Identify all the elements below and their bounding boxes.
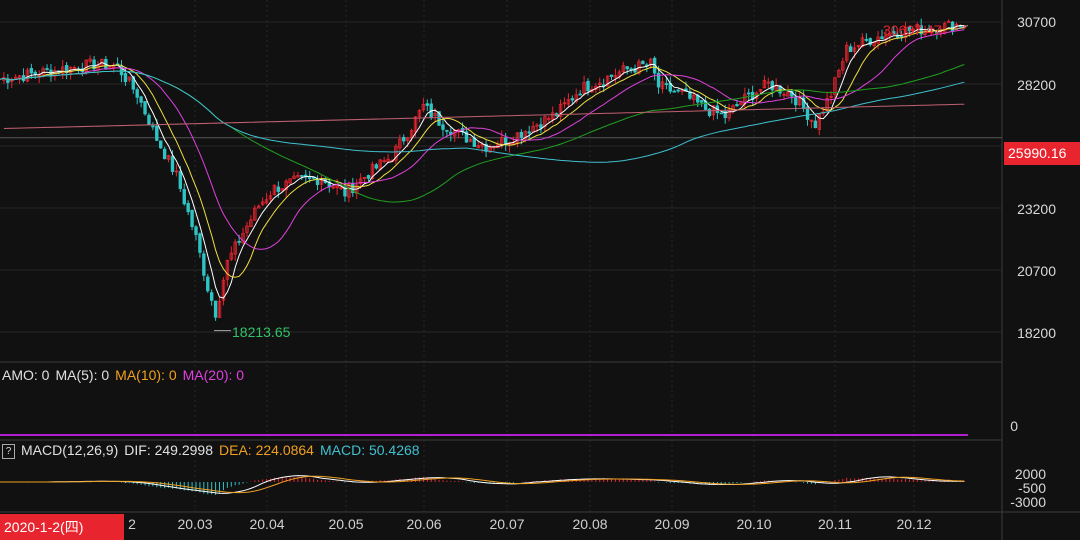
candle-body (139, 96, 143, 103)
amo-ma10: MA(10): 0 (115, 367, 177, 383)
macd-value: MACD: 50.4268 (319, 442, 420, 458)
help-icon[interactable]: ? (2, 444, 15, 459)
candle-body (539, 124, 543, 129)
candle-body (213, 300, 218, 318)
candle-body (472, 137, 477, 147)
candle-body (625, 66, 629, 70)
candle-body (194, 226, 198, 235)
candle-body (519, 131, 524, 138)
candle-body (135, 89, 139, 98)
date-tick-partial: 2 (128, 516, 136, 532)
date-tick: 20.10 (736, 516, 772, 532)
volume-zero-tick: 0 (1010, 418, 1018, 434)
candle-body (374, 164, 379, 169)
price-tick: 30700 (1017, 14, 1056, 30)
candle-body (162, 148, 167, 160)
candle-body (178, 171, 183, 189)
current-price-badge: 25990.16 (1004, 142, 1080, 165)
candle-body (190, 209, 194, 227)
macd-name: MACD(12,26,9) (21, 442, 119, 458)
date-tick: 20.05 (328, 516, 364, 532)
candle-body (123, 73, 128, 83)
candle-body (699, 100, 704, 103)
candle-body (747, 92, 751, 95)
candle-body (300, 175, 304, 177)
candle-body (45, 68, 49, 71)
candle-body (527, 131, 531, 134)
candle-body (209, 292, 214, 301)
candle-body (151, 125, 155, 128)
candle-body (672, 90, 676, 93)
ma5-line (0, 24, 965, 299)
price-tick: 18200 (1017, 325, 1056, 341)
macd-dif: DIF: 249.2998 (124, 442, 213, 458)
candle-body (143, 101, 147, 115)
date-tick: 20.07 (489, 516, 525, 532)
candle-body (950, 21, 955, 32)
date-tick: 20.03 (177, 516, 213, 532)
date-tick: 20.09 (654, 516, 690, 532)
candle-body (586, 80, 590, 92)
macd-indicator-header: ? MACD(12,26,9) DIF: 249.2998 DEA: 224.0864… (2, 442, 426, 459)
candle-body (206, 276, 210, 292)
ma20-line (0, 29, 965, 250)
candle-body (445, 129, 449, 132)
date-tick: 20.04 (249, 516, 285, 532)
candle-body (147, 114, 151, 126)
candle-body (805, 106, 810, 120)
price-tick: 28200 (1017, 77, 1056, 93)
date-tick: 20.11 (818, 516, 852, 532)
candle-body (609, 74, 614, 77)
candle-body (33, 71, 37, 75)
candle-body (198, 233, 202, 253)
candle-body (182, 189, 186, 205)
price-tick: 23200 (1017, 201, 1056, 217)
date-tick: 20.12 (896, 516, 932, 532)
candle-body (237, 240, 241, 243)
candle-body (707, 108, 712, 116)
max-value-label: 30637.47 (883, 22, 942, 38)
volume-indicator-header: AMO: 0 MA(5): 0 MA(10): 0 MA(20): 0 (2, 367, 250, 383)
candle-body (170, 155, 175, 172)
candle-body (813, 120, 818, 128)
candle-body (676, 89, 680, 92)
candle-body (307, 177, 312, 179)
candle-body (159, 140, 163, 149)
candle-body (735, 103, 739, 107)
candle-body (570, 98, 575, 101)
candle-body (29, 68, 34, 74)
price-chart[interactable] (0, 0, 1080, 540)
min-value-label: 18213.65 (232, 324, 291, 340)
candle-body (441, 124, 445, 130)
date-tick: 20.06 (406, 516, 442, 532)
amo-ma5: MA(5): 0 (55, 367, 110, 383)
candle-body (186, 203, 190, 213)
cursor-date-badge: 2020-1-2(四) (0, 514, 124, 540)
price-tick: 20700 (1017, 263, 1056, 279)
macd-dea: DEA: 224.0864 (219, 442, 314, 458)
candle-body (770, 81, 774, 91)
candle-body (155, 125, 159, 141)
candle-body (794, 96, 798, 106)
macd-tick: -3000 (1010, 494, 1046, 510)
candle-body (864, 39, 869, 41)
date-tick: 20.08 (572, 516, 608, 532)
candle-body (719, 112, 723, 115)
amo-value: AMO: 0 (2, 367, 50, 383)
candle-body (641, 60, 645, 65)
candle-body (425, 103, 429, 106)
candle-body (202, 253, 206, 276)
candle-body (578, 93, 582, 96)
candle-body (848, 46, 853, 53)
candle-body (366, 175, 371, 179)
amo-ma20: MA(20): 0 (182, 367, 245, 383)
candle-body (276, 186, 281, 192)
candle-body (664, 83, 669, 85)
candle-body (402, 137, 406, 142)
